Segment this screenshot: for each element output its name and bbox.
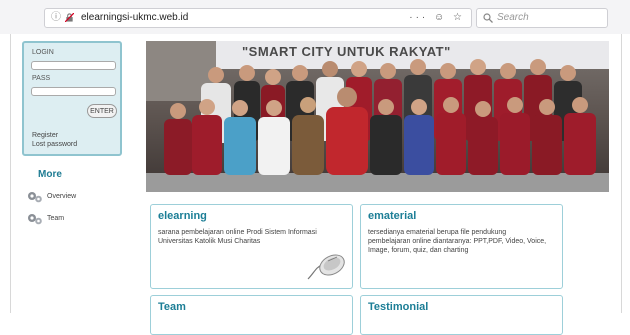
login-label: LOGIN xyxy=(32,49,54,56)
gears-icon xyxy=(28,214,42,225)
card-description: tersedianya ematerial berupa file penduk… xyxy=(368,229,547,254)
page-actions[interactable]: ··· ☺ ☆ xyxy=(409,9,465,27)
login-panel: LOGIN PASS ENTER Register Lost password xyxy=(22,41,122,156)
search-icon xyxy=(483,13,493,23)
card-ematerial[interactable]: ematerial tersedianya ematerial berupa f… xyxy=(360,204,563,289)
insecure-lock-icon[interactable] xyxy=(65,13,74,22)
login-input[interactable] xyxy=(31,61,116,70)
menu-item-label: Overview xyxy=(47,193,77,200)
menu-item-label: Team xyxy=(47,215,65,222)
mouse-icon xyxy=(307,254,345,280)
info-icon[interactable]: ⓘ xyxy=(51,9,61,27)
address-bar[interactable]: ⓘ elearningsi-ukmc.web.id ··· ☺ ☆ xyxy=(44,8,472,28)
gears-icon xyxy=(28,192,42,203)
card-title: Testimonial xyxy=(368,301,429,313)
lost-password-link[interactable]: Lost password xyxy=(32,141,77,148)
enter-button[interactable]: ENTER xyxy=(87,104,117,118)
card-title: elearning xyxy=(158,210,207,222)
search-placeholder: Search xyxy=(497,12,529,23)
menu-title: More xyxy=(38,169,62,180)
url-text: elearningsi-ukmc.web.id xyxy=(81,12,189,23)
password-input[interactable] xyxy=(31,87,116,96)
group-photo-image xyxy=(146,41,609,192)
pass-label: PASS xyxy=(32,75,51,82)
card-elearning[interactable]: elearning sarana pembelajaran online Pro… xyxy=(150,204,353,289)
camcorder-icon xyxy=(558,251,563,283)
browser-toolbar: ⓘ elearningsi-ukmc.web.id ··· ☺ ☆ Search xyxy=(0,0,630,34)
card-title: Team xyxy=(158,301,186,313)
banner-photo xyxy=(146,41,609,192)
card-description: sarana pembelajaran online Prodi Sistem … xyxy=(158,229,317,245)
card-title: ematerial xyxy=(368,210,417,222)
search-bar[interactable]: Search xyxy=(476,8,608,28)
banner-caption: "SMART CITY UNTUK RAKYAT" xyxy=(242,44,451,59)
register-link[interactable]: Register xyxy=(32,132,58,139)
card-team[interactable]: Team xyxy=(150,295,353,335)
card-testimonial[interactable]: Testimonial xyxy=(360,295,563,335)
